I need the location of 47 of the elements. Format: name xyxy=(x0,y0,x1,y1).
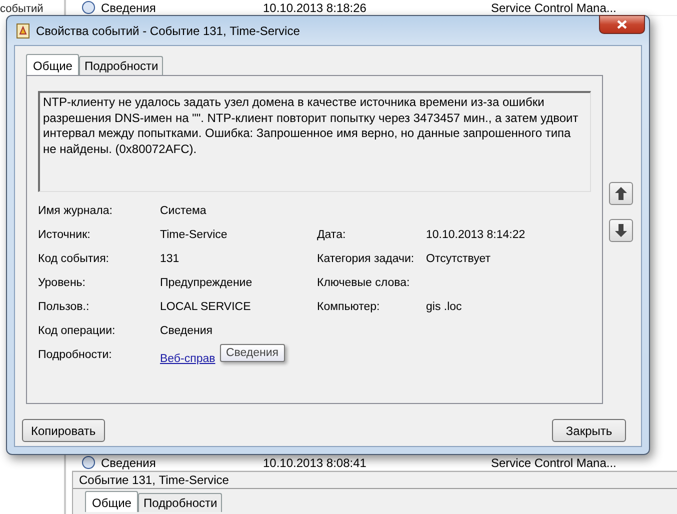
date-cell-text: 10.10.2013 8:08:41 xyxy=(263,456,368,470)
sidebar-text: событий xyxy=(0,3,44,15)
field-label: Подробности: xyxy=(38,349,113,361)
tab[interactable]: Общие xyxy=(85,491,138,512)
info-icon xyxy=(82,456,95,469)
field-value: gis .loc xyxy=(426,301,463,313)
field-label: Уровень: xyxy=(38,277,86,289)
tooltip: Сведения xyxy=(220,344,285,362)
field-value: Time-Service xyxy=(160,229,228,241)
field-label: Источник: xyxy=(38,229,92,241)
down-arrow-icon xyxy=(615,224,627,237)
next-button[interactable] xyxy=(609,219,633,242)
window-title: Свойства событий - Событие 131, Time-Service xyxy=(36,24,300,38)
copy-button[interactable]: Копировать xyxy=(22,419,105,442)
field-label: Код события: xyxy=(38,253,110,265)
close-icon xyxy=(617,20,627,29)
field-value: Предупреждение xyxy=(160,277,254,289)
preview-title: Событие 131, Time-Service xyxy=(73,472,677,489)
field-value: 10.10.2013 8:14:22 xyxy=(426,229,526,241)
info-icon xyxy=(82,1,95,14)
level-cell-text: Сведения xyxy=(101,0,157,14)
up-arrow-icon xyxy=(615,187,627,200)
help-link[interactable]: Веб-справ xyxy=(160,353,216,365)
date-cell-text: 10.10.2013 8:18:26 xyxy=(263,0,368,14)
field-label: Ключевые слова: xyxy=(317,277,411,289)
field-label: Код операции: xyxy=(38,325,116,337)
close-dialog-button[interactable]: Закрыть xyxy=(552,419,626,442)
field-label: Пользов.: xyxy=(38,301,90,313)
source-cell-text: Service Control Mana... xyxy=(491,456,618,470)
field-value: Отсутствует xyxy=(426,253,492,265)
field-label: Компьютер: xyxy=(317,301,381,313)
event-properties-icon xyxy=(16,22,30,38)
tab[interactable]: Подробности xyxy=(138,493,222,512)
close-button[interactable] xyxy=(599,15,645,34)
tab[interactable]: Подробности xyxy=(79,56,164,75)
previous-button[interactable] xyxy=(609,182,633,205)
event-message: NTP-клиенту не удалось задать узел домена в качестве источника времени из-за ошибки разрешения DNS-имен на "". NTP-клиент повторит попытку через 3473457 мин., а затем удвоит интервал между попытками. Ошибка: Запрошенное имя верно, но данные запрошенного типа не найдены. (0x80072AFC). xyxy=(38,91,591,192)
field-label: Дата: xyxy=(317,229,347,241)
field-label: Категория задачи: xyxy=(317,253,416,265)
field-value: LOCAL SERVICE xyxy=(160,301,252,313)
field-label: Имя журнала: xyxy=(38,205,114,217)
source-cell-text: Service Control Mana... xyxy=(491,0,618,14)
field-value: Сведения xyxy=(160,325,214,337)
field-value: 131 xyxy=(160,253,180,265)
tab[interactable]: Общие xyxy=(26,54,80,75)
level-cell-text: Сведения xyxy=(101,456,157,470)
field-value: Система xyxy=(160,205,208,217)
